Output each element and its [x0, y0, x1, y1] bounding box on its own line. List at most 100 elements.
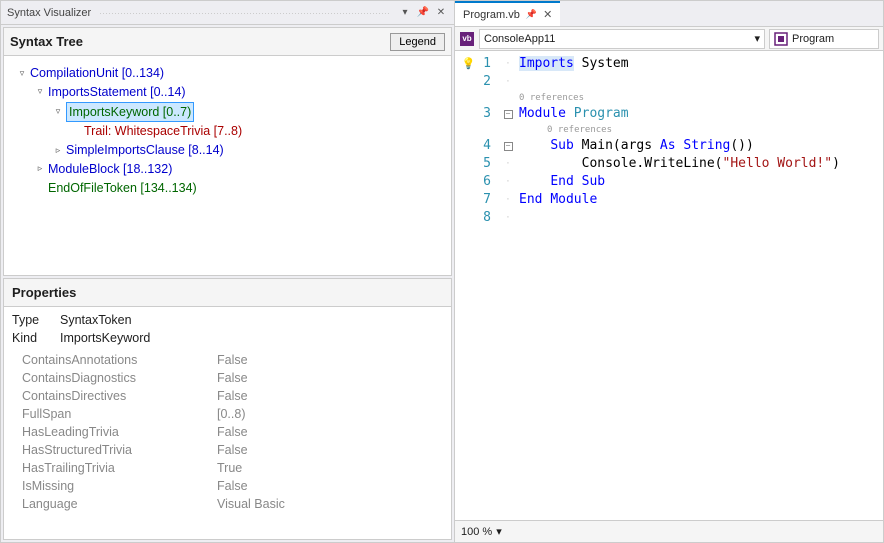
- fold-cell: ·: [497, 73, 519, 91]
- property-row[interactable]: HasStructuredTriviaFalse: [4, 441, 451, 459]
- tree-node-label: ModuleBlock [18..132): [48, 160, 172, 179]
- tree-node[interactable]: ▿ImportsKeyword [0..7): [10, 102, 445, 123]
- code-line[interactable]: End Sub: [519, 173, 883, 191]
- property-value: ImportsKeyword: [60, 331, 150, 345]
- tree-toggle-icon: [70, 126, 82, 138]
- property-row[interactable]: FullSpan[0..8): [4, 405, 451, 423]
- code-area[interactable]: Imports System 0 referencesModule Program…: [519, 51, 883, 520]
- dropdown-icon[interactable]: ▾: [398, 6, 412, 20]
- property-name: FullSpan: [22, 407, 217, 421]
- line-number: 5: [455, 155, 491, 173]
- tab-close-icon[interactable]: ✕: [543, 8, 552, 21]
- property-value: False: [217, 371, 451, 385]
- code-line[interactable]: Sub Main(args As String()): [519, 137, 883, 155]
- titlebar-grip[interactable]: [99, 12, 390, 14]
- property-name: ContainsDiagnostics: [22, 371, 217, 385]
- fold-cell: −: [497, 137, 519, 155]
- tree-node[interactable]: ▹SimpleImportsClause [8..14): [10, 141, 445, 160]
- property-value: SyntaxToken: [60, 313, 132, 327]
- zoom-dropdown[interactable]: 100 % ▾: [461, 525, 502, 538]
- pin-icon[interactable]: 📌: [416, 6, 430, 20]
- scope-name: Program: [792, 33, 834, 45]
- scope-dropdown[interactable]: Program: [769, 29, 879, 49]
- property-row[interactable]: ContainsDiagnosticsFalse: [4, 369, 451, 387]
- property-label: Kind: [12, 331, 50, 345]
- property-row[interactable]: HasTrailingTriviaTrue: [4, 459, 451, 477]
- code-line[interactable]: Imports System: [519, 55, 883, 73]
- property-name: Language: [22, 497, 217, 511]
- chevron-down-icon: ▾: [754, 32, 760, 45]
- syntax-tree-title: Syntax Tree: [10, 34, 390, 49]
- property-label: Type: [12, 313, 50, 327]
- line-number: 2: [455, 73, 491, 91]
- code-line[interactable]: End Module: [519, 191, 883, 209]
- property-value: [0..8): [217, 407, 451, 421]
- fold-cell: ·: [497, 209, 519, 227]
- tab-pin-icon[interactable]: 📌: [526, 9, 537, 20]
- tree-node-label: EndOfFileToken [134..134): [48, 179, 197, 198]
- property-row[interactable]: LanguageVisual Basic: [4, 495, 451, 513]
- property-name: HasLeadingTrivia: [22, 425, 217, 439]
- tree-node[interactable]: Trail: WhitespaceTrivia [7..8): [10, 122, 445, 141]
- syntax-tree-section: Syntax Tree Legend ▿CompilationUnit [0..…: [3, 27, 452, 276]
- line-number: [455, 91, 491, 105]
- fold-cell: −: [497, 105, 519, 123]
- code-line[interactable]: [519, 209, 883, 227]
- close-icon[interactable]: ✕: [434, 6, 448, 20]
- property-row[interactable]: ContainsAnnotationsFalse: [4, 351, 451, 369]
- property-summary-row: Type SyntaxToken: [12, 311, 443, 329]
- tree-toggle-icon: [34, 182, 46, 194]
- property-row[interactable]: ContainsDirectivesFalse: [4, 387, 451, 405]
- property-summary-row: Kind ImportsKeyword: [12, 329, 443, 347]
- tree-node[interactable]: ▿CompilationUnit [0..134): [10, 64, 445, 83]
- property-value: False: [217, 443, 451, 457]
- tab-program-vb[interactable]: Program.vb 📌 ✕: [455, 1, 560, 26]
- tree-toggle-icon[interactable]: ▹: [34, 163, 46, 175]
- property-name: HasStructuredTrivia: [22, 443, 217, 457]
- line-number: 4: [455, 137, 491, 155]
- properties-summary: Type SyntaxToken Kind ImportsKeyword: [4, 307, 451, 351]
- code-line[interactable]: 0 references: [519, 91, 883, 105]
- chevron-down-icon: ▾: [496, 525, 502, 538]
- tree-node[interactable]: EndOfFileToken [134..134): [10, 179, 445, 198]
- code-line[interactable]: [519, 73, 883, 91]
- code-line[interactable]: Module Program: [519, 105, 883, 123]
- syntax-tree-header: Syntax Tree Legend: [4, 28, 451, 56]
- lightbulb-icon[interactable]: 💡: [462, 57, 476, 70]
- syntax-visualizer-panel: Syntax Visualizer ▾ 📌 ✕ Syntax Tree Lege…: [0, 0, 455, 543]
- line-number-gutter: 💡 12345678: [455, 51, 497, 520]
- properties-header: Properties: [4, 279, 451, 307]
- tree-toggle-icon[interactable]: ▿: [34, 86, 46, 98]
- module-icon: [774, 32, 788, 46]
- fold-toggle-icon[interactable]: −: [504, 142, 513, 151]
- legend-button[interactable]: Legend: [390, 33, 445, 51]
- panel-title: Syntax Visualizer: [7, 7, 91, 19]
- tree-node-label: CompilationUnit [0..134): [30, 64, 164, 83]
- tree-toggle-icon[interactable]: ▹: [52, 144, 64, 156]
- tree-toggle-icon[interactable]: ▿: [52, 106, 64, 118]
- tree-toggle-icon[interactable]: ▿: [16, 67, 28, 79]
- fold-cell: ·: [497, 55, 519, 73]
- line-number: [455, 123, 491, 137]
- code-line[interactable]: 0 references: [519, 123, 883, 137]
- property-row[interactable]: IsMissingFalse: [4, 477, 451, 495]
- tree-node[interactable]: ▹ModuleBlock [18..132): [10, 160, 445, 179]
- project-icon: vb: [459, 31, 475, 47]
- property-name: HasTrailingTrivia: [22, 461, 217, 475]
- zoom-value: 100 %: [461, 526, 492, 538]
- fold-toggle-icon[interactable]: −: [504, 110, 513, 119]
- fold-cell: [497, 123, 519, 137]
- properties-grid[interactable]: ContainsAnnotationsFalseContainsDiagnost…: [4, 351, 451, 539]
- property-row[interactable]: HasLeadingTriviaFalse: [4, 423, 451, 441]
- code-line[interactable]: Console.WriteLine("Hello World!"): [519, 155, 883, 173]
- syntax-tree[interactable]: ▿CompilationUnit [0..134)▿ImportsStateme…: [4, 56, 451, 275]
- tree-node[interactable]: ▿ImportsStatement [0..14): [10, 83, 445, 102]
- editor-status-bar: 100 % ▾: [455, 520, 883, 542]
- property-name: ContainsAnnotations: [22, 353, 217, 367]
- line-number: 6: [455, 173, 491, 191]
- property-value: False: [217, 389, 451, 403]
- code-editor[interactable]: 💡 12345678 ··−−···· Imports System0 refe…: [455, 51, 883, 520]
- project-dropdown[interactable]: ConsoleApp11 ▾: [479, 29, 765, 49]
- panel-titlebar: Syntax Visualizer ▾ 📌 ✕: [1, 1, 454, 25]
- project-name: ConsoleApp11: [484, 33, 555, 45]
